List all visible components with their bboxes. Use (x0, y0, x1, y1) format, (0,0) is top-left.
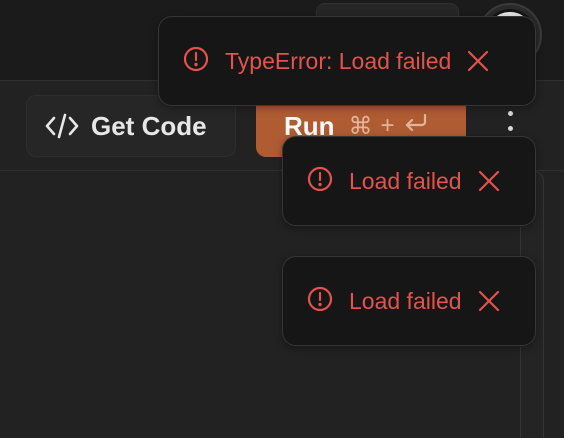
app-window: Get Code Run ⌘ + TypeError: Load failed … (0, 0, 564, 438)
toast-message: Load failed (349, 167, 462, 194)
kebab-dot (507, 111, 513, 116)
toast-message: Load failed (349, 287, 462, 314)
code-brackets-icon (45, 112, 79, 140)
error-toast: Load failed (282, 136, 536, 226)
close-icon[interactable] (478, 290, 500, 312)
alert-circle-icon (307, 166, 333, 197)
alert-circle-icon (307, 286, 333, 317)
error-toast: Load failed (282, 256, 536, 346)
kebab-dot (507, 125, 513, 131)
close-icon[interactable] (478, 170, 500, 192)
alert-circle-icon (183, 46, 209, 77)
error-toast: TypeError: Load failed (158, 16, 536, 106)
close-icon[interactable] (467, 50, 489, 72)
get-code-label: Get Code (91, 110, 207, 141)
toast-message: TypeError: Load failed (225, 47, 452, 74)
